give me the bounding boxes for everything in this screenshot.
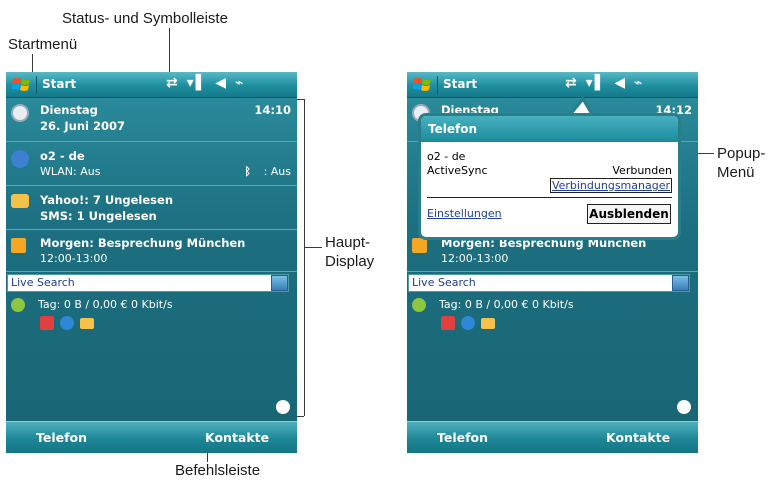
internet-explorer-icon[interactable] (461, 316, 475, 330)
internet-explorer-icon[interactable] (60, 316, 74, 330)
main-display-bracket-vertical (304, 99, 305, 416)
search-icon[interactable] (672, 275, 689, 291)
main-display-bracket-top (296, 99, 304, 100)
volume-icon[interactable]: ◀︎ (215, 75, 228, 91)
bluetooth-status-text: : Aus (263, 165, 291, 178)
phone-popup-menu: Telefon o2 - de ActiveSync Verbunden Ver… (418, 113, 681, 240)
start-menu-annotation: Startmenü (8, 36, 78, 53)
calendar-item[interactable]: Morgen: Besprechung München 12:00-13:00 (6, 230, 297, 272)
contacts-softkey[interactable]: Kontakte (606, 430, 670, 445)
command-bar-annotation: Befehlsleiste (175, 462, 261, 479)
popup-menu-label-2: Menü (717, 164, 755, 181)
status-bar-annotation: Status- und Symbolleiste (62, 10, 228, 27)
signal-icon[interactable]: ▾▌ (586, 75, 608, 91)
popup-conn-manager-row: Verbindungsmanager (427, 178, 672, 193)
data-usage-text: Tag: 0 B / 0,00 € 0 Kbit/s (38, 298, 173, 311)
sms-count: SMS: 1 Ungelesen (40, 209, 157, 223)
left-command-bar: Telefon Kontakte (6, 421, 297, 453)
popup-menu-label-1: Popup- (717, 145, 766, 162)
clock-icon (11, 104, 29, 122)
left-status-bar: Start ⇄ ▾▌ ◀︎ ⌁ (6, 72, 297, 98)
windows-floating-icon[interactable] (677, 400, 691, 414)
popup-title: Telefon (421, 116, 678, 142)
data-usage-text: Tag: 0 B / 0,00 € 0 Kbit/s (439, 298, 574, 311)
start-menu-button[interactable]: Start (42, 77, 76, 91)
messages-item[interactable]: Yahoo!: 7 Ungelesen SMS: 1 Ungelesen (6, 186, 297, 230)
main-display-label-1: Haupt- (325, 234, 371, 251)
calendar-title: Morgen: Besprechung München (40, 236, 246, 250)
disconnect-icon[interactable] (40, 316, 54, 330)
date-time-item[interactable]: Dienstag 26. Juni 2007 14:10 (6, 98, 297, 142)
left-phone-screen: Start ⇄ ▾▌ ◀︎ ⌁ Dienstag 26. Juni 2007 1… (6, 72, 297, 453)
sync-arrows-icon[interactable]: ⇄ (166, 75, 180, 91)
yahoo-mail-count: Yahoo!: 7 Ungelesen (40, 193, 174, 207)
wireless-icon (11, 150, 29, 168)
bluetooth-status: ᛒ (244, 165, 251, 178)
status-bar-callout-line (169, 28, 170, 76)
start-separator (437, 76, 438, 94)
left-today-screen: Dienstag 26. Juni 2007 14:10 o2 - de WLA… (6, 98, 297, 421)
wlan-status: WLAN: Aus (40, 165, 101, 178)
popup-activesync-label: ActiveSync (427, 164, 488, 177)
main-display-callout-line (304, 247, 322, 248)
settings-link[interactable]: Einstellungen (427, 207, 502, 220)
connection-manager-link[interactable]: Verbindungsmanager (549, 178, 672, 193)
data-usage-icon (11, 298, 25, 312)
popup-network-row: o2 - de (427, 150, 672, 163)
volume-icon[interactable]: ◀︎ (614, 75, 627, 91)
start-menu-button[interactable]: Start (443, 77, 477, 91)
date-full: 26. Juni 2007 (40, 119, 125, 133)
phone-softkey[interactable]: Telefon (437, 430, 488, 445)
right-status-bar: Start ⇄ ▾▌ ◀︎ ⌁ (407, 72, 698, 98)
main-display-bracket-bottom (296, 416, 304, 417)
live-search-input[interactable]: Live Search (7, 274, 289, 292)
battery-icon[interactable]: ⌁ (634, 75, 644, 91)
popup-connection-status: Verbunden (612, 164, 672, 177)
calendar-time: 12:00-13:00 (441, 252, 509, 265)
data-usage-icon (412, 298, 426, 312)
phone-softkey[interactable]: Telefon (36, 430, 87, 445)
popup-activesync-row: ActiveSync Verbunden (427, 164, 672, 177)
calendar-time: 12:00-13:00 (40, 252, 108, 265)
start-separator (36, 76, 37, 94)
windows-floating-icon[interactable] (276, 400, 290, 414)
main-display-label-2: Display (325, 253, 375, 270)
start-callout-line (32, 54, 33, 74)
date-day: Dienstag (40, 103, 98, 117)
signal-icon[interactable]: ▾▌ (187, 75, 209, 91)
live-search-input[interactable]: Live Search (408, 274, 690, 292)
mail-icon[interactable] (80, 318, 94, 329)
popup-menu-annotation: Popup- Menü (717, 144, 765, 182)
windows-start-icon[interactable] (413, 76, 433, 94)
calendar-icon (11, 238, 26, 253)
main-display-annotation: Haupt- Display (325, 233, 374, 271)
network-name: o2 - de (40, 149, 85, 163)
hide-button[interactable]: Ausblenden (587, 204, 671, 224)
connection-icons[interactable] (441, 316, 501, 332)
network-item[interactable]: o2 - de WLAN: Aus ᛒ : Aus (6, 142, 297, 186)
mail-icon[interactable] (481, 318, 495, 329)
system-icons[interactable]: ⇄ ▾▌ ◀︎ ⌁ (166, 75, 245, 95)
connection-icons[interactable] (40, 316, 100, 332)
battery-icon[interactable]: ⌁ (235, 75, 245, 91)
popup-network-name: o2 - de (427, 150, 466, 163)
contacts-softkey[interactable]: Kontakte (205, 430, 269, 445)
search-icon[interactable] (271, 275, 288, 291)
windows-start-icon[interactable] (12, 76, 32, 94)
popup-divider (427, 197, 672, 198)
sync-arrows-icon[interactable]: ⇄ (565, 75, 579, 91)
disconnect-icon[interactable] (441, 316, 455, 330)
clock-time: 14:10 (254, 103, 291, 117)
envelope-icon (11, 194, 29, 208)
system-icons[interactable]: ⇄ ▾▌ ◀︎ ⌁ (565, 75, 644, 95)
calendar-icon (412, 238, 427, 253)
command-bar-callout-line (207, 452, 208, 462)
right-command-bar: Telefon Kontakte (407, 421, 698, 453)
